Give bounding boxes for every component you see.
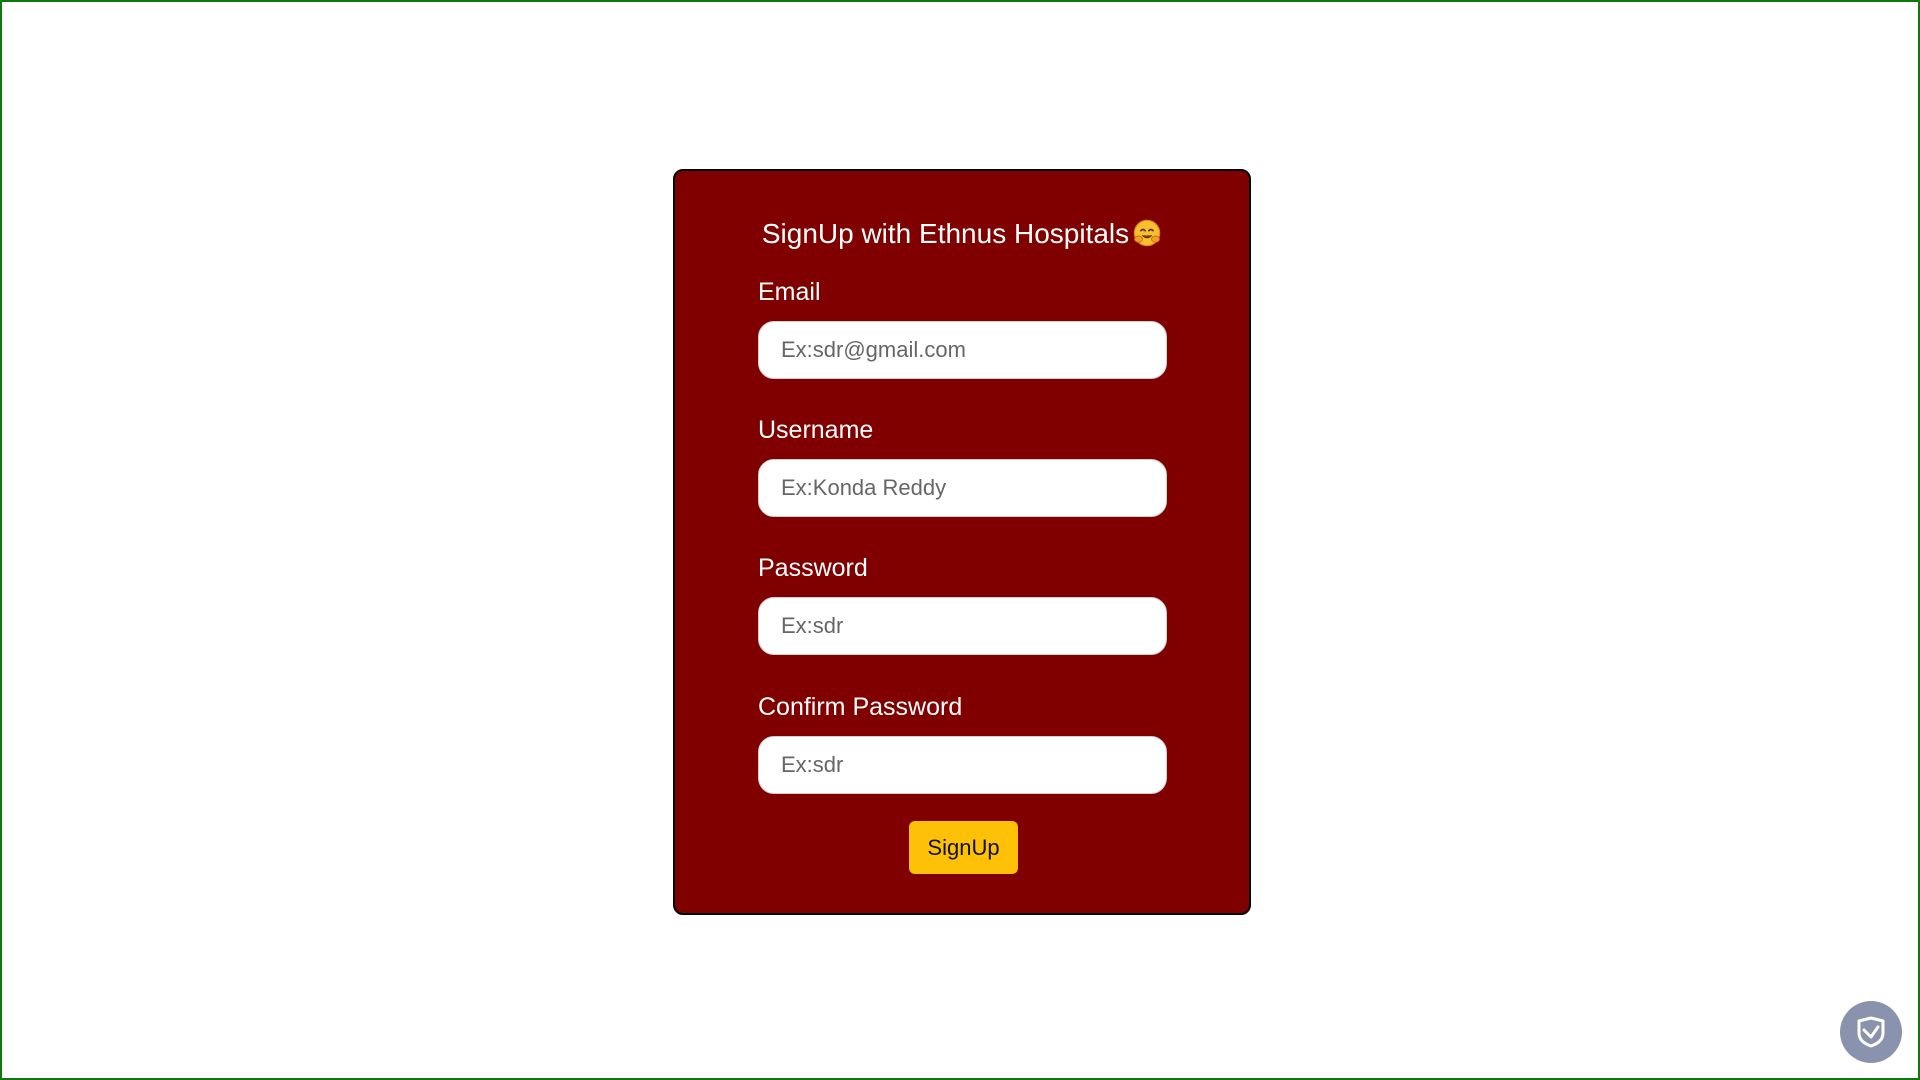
page-frame: SignUp with Ethnus Hospitals Email Usern…	[0, 0, 1920, 1080]
form-title-text: SignUp with Ethnus Hospitals	[761, 218, 1130, 249]
signup-form-card: SignUp with Ethnus Hospitals Email Usern…	[673, 169, 1251, 915]
password-label: Password	[758, 554, 868, 582]
shield-check-icon	[1857, 1016, 1885, 1048]
signup-button[interactable]: SignUp	[909, 821, 1018, 874]
hugging-face-emoji-icon	[1133, 219, 1161, 247]
username-input[interactable]	[758, 459, 1167, 517]
password-input[interactable]	[758, 597, 1167, 655]
confirm-password-input[interactable]	[758, 736, 1167, 794]
confirm-password-label: Confirm Password	[758, 693, 963, 721]
email-label: Email	[758, 278, 821, 306]
form-title: SignUp with Ethnus Hospitals	[675, 214, 1249, 254]
email-input[interactable]	[758, 321, 1167, 379]
floating-badge-button[interactable]	[1840, 1001, 1902, 1063]
username-label: Username	[758, 416, 874, 444]
